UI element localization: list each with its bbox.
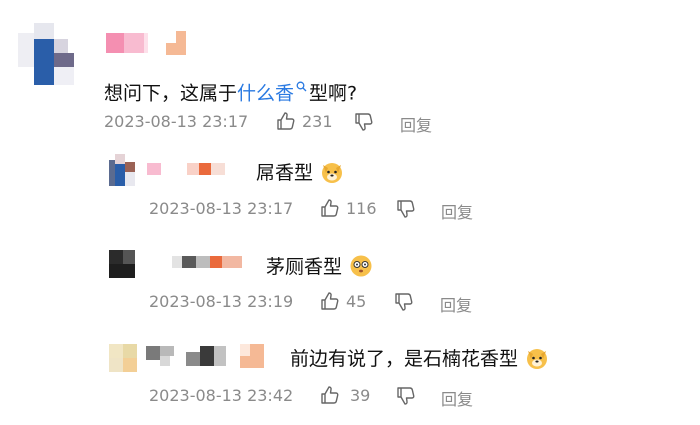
reply-button[interactable]: 回复 <box>441 386 473 410</box>
timestamp: 2023-08-13 23:19 <box>149 292 294 311</box>
thumbs-up-icon[interactable] <box>320 291 340 315</box>
reply-text-content: 前边有说了，是石楠花香型 <box>290 348 519 370</box>
dizzy-face-icon <box>349 254 373 283</box>
username[interactable] <box>146 344 271 368</box>
timestamp: 2023-08-13 23:17 <box>104 112 249 131</box>
reply-text: 茅厕香型 <box>266 252 373 283</box>
avatar[interactable] <box>18 23 84 89</box>
username[interactable] <box>106 31 191 55</box>
dog-face-icon <box>525 346 549 375</box>
thumbs-down-icon[interactable] <box>394 292 414 316</box>
reply-button[interactable]: 回复 <box>400 112 432 136</box>
reply-button[interactable]: 回复 <box>441 199 473 223</box>
thumbs-up-icon[interactable] <box>320 385 340 409</box>
dog-face-icon <box>320 160 344 189</box>
timestamp: 2023-08-13 23:17 <box>149 199 294 218</box>
reply-text-content: 茅厕香型 <box>266 256 343 278</box>
reply-text: 屌香型 <box>256 158 344 189</box>
avatar[interactable] <box>109 250 137 280</box>
like-count: 116 <box>346 199 377 218</box>
topic-link[interactable]: 什么香 <box>237 82 294 104</box>
reply-button[interactable]: 回复 <box>440 292 472 316</box>
username[interactable] <box>172 255 244 269</box>
comment-text: 想问下，这属于什么香 型啊? <box>104 75 357 105</box>
avatar[interactable] <box>109 154 137 186</box>
thumbs-up-icon[interactable] <box>320 198 340 222</box>
thumbs-down-icon[interactable] <box>396 386 416 410</box>
comment-text-after: 型啊? <box>309 82 358 105</box>
timestamp: 2023-08-13 23:42 <box>149 386 294 405</box>
comment-text-before: 想问下，这属于 <box>104 82 238 105</box>
like-count: 231 <box>302 112 333 131</box>
thumbs-down-icon[interactable] <box>396 199 416 223</box>
reply-text: 前边有说了，是石楠花香型 <box>290 344 549 375</box>
avatar[interactable] <box>109 344 137 372</box>
like-count: 45 <box>346 292 367 311</box>
search-icon <box>296 75 307 97</box>
username[interactable] <box>147 161 227 177</box>
like-count: 39 <box>350 386 371 405</box>
thumbs-down-icon[interactable] <box>354 112 374 136</box>
thumbs-up-icon[interactable] <box>276 111 296 135</box>
reply-text-content: 屌香型 <box>256 162 314 184</box>
